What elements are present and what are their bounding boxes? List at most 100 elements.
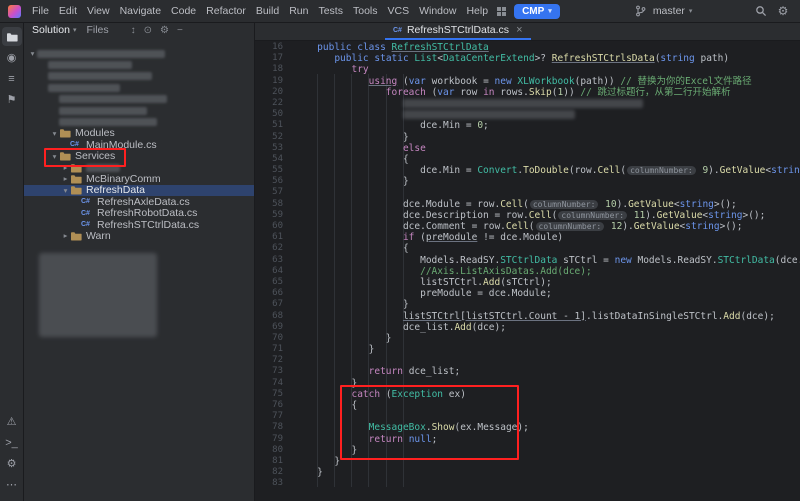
tab-solution[interactable]: Solution ▾ (32, 24, 76, 36)
code-line[interactable]: 50 (255, 109, 800, 120)
code-line[interactable]: 79 return null; (255, 434, 800, 445)
problems-icon[interactable]: ⚠ (2, 412, 22, 431)
code-line[interactable]: 83 (255, 478, 800, 489)
code-line[interactable]: 53 else (255, 143, 800, 154)
menu-navigate[interactable]: Navigate (115, 5, 166, 17)
menu-tools[interactable]: Tools (348, 5, 383, 17)
close-icon[interactable]: × (516, 24, 522, 36)
settings-icon[interactable]: ⚙ (774, 2, 792, 20)
code-line[interactable]: 56 } (255, 176, 800, 187)
commit-icon[interactable]: ◉ (2, 48, 22, 67)
tree-item-redacted[interactable] (24, 59, 254, 70)
code-line[interactable]: 18 try (255, 64, 800, 75)
menu-build[interactable]: Build (251, 5, 284, 17)
tree-item-redacted[interactable]: ▸ (24, 162, 254, 173)
code-line[interactable]: 80 } (255, 445, 800, 456)
structure-icon[interactable]: ≡ (2, 69, 22, 88)
terminal-icon[interactable]: >_ (2, 433, 22, 452)
menu-refactor[interactable]: Refactor (201, 5, 251, 17)
vcs-branch-widget[interactable]: master ▾ (632, 5, 693, 17)
code-line[interactable]: 70 } (255, 333, 800, 344)
code-line[interactable]: 63 Models.ReadSY.STCtrlData sTCtrl = new… (255, 255, 800, 266)
chevron-right-icon[interactable]: ▸ (61, 173, 70, 184)
code-line[interactable]: 62 { (255, 243, 800, 254)
tree-item-redacted[interactable] (24, 105, 254, 116)
code-line[interactable]: 17 public static List<DataCenterExtend>?… (255, 53, 800, 64)
menu-view[interactable]: View (82, 5, 115, 17)
code-line[interactable]: 77 (255, 411, 800, 422)
code-line[interactable]: 64 //Axis.ListAxisDatas.Add(dce); (255, 266, 800, 277)
code-line[interactable]: 19 using (var workbook = new XLWorkbook(… (255, 76, 800, 87)
code-line[interactable]: 59 dce.Description = row.Cell(columnNumb… (255, 210, 800, 221)
settings-icon[interactable]: ⚙ (160, 25, 169, 36)
code-line[interactable]: 82 } (255, 467, 800, 478)
tree-item-warn[interactable]: ▸Warn (24, 230, 254, 241)
tree-item-services[interactable]: ▾Services (24, 151, 254, 162)
search-icon[interactable] (752, 2, 770, 20)
code-line[interactable]: 78 MessageBox.Show(ex.Message); (255, 422, 800, 433)
tree-item-modules[interactable]: ▾Modules (24, 128, 254, 139)
code-line[interactable]: 67 } (255, 299, 800, 310)
menu-code[interactable]: Code (166, 5, 201, 17)
code-line[interactable]: 66 preModule = dce.Module; (255, 288, 800, 299)
code-editor[interactable]: 16 public class RefreshSTCtrlData17 publ… (255, 40, 800, 501)
tree-item-refreshstctrldata-cs[interactable]: C#RefreshSTCtrlData.cs (24, 219, 254, 230)
code-line[interactable]: 51 dce.Min = 0; (255, 120, 800, 131)
chevron-down-icon[interactable]: ▾ (50, 151, 59, 162)
window-grid-icon[interactable] (496, 6, 507, 17)
editor-tab-refreshstctrldata[interactable]: C# RefreshSTCtrlData.cs × (385, 22, 531, 40)
code-line[interactable]: 61 if (preModule != dce.Module) (255, 232, 800, 243)
code-line[interactable]: 75 catch (Exception ex) (255, 389, 800, 400)
tree-item-refreshaxledata-cs[interactable]: C#RefreshAxleData.cs (24, 196, 254, 207)
code-line[interactable]: 22 (255, 98, 800, 109)
menu-window[interactable]: Window (414, 5, 461, 17)
menu-file[interactable]: File (27, 5, 54, 17)
chevron-down-icon[interactable]: ▾ (50, 128, 59, 139)
tree-item-redacted[interactable] (24, 116, 254, 127)
code-line[interactable]: 57 (255, 187, 800, 198)
menu-edit[interactable]: Edit (54, 5, 82, 17)
code-line[interactable]: 20 foreach (var row in rows.Skip(1)) // … (255, 87, 800, 98)
code-line[interactable]: 65 listSTCtrl.Add(sTCtrl); (255, 277, 800, 288)
services-icon[interactable]: ⚙ (2, 454, 22, 473)
code-line[interactable]: 71 } (255, 344, 800, 355)
menu-help[interactable]: Help (461, 5, 493, 17)
bookmarks-icon[interactable]: ⚑ (2, 90, 22, 109)
tree-item-refreshrobotdata-cs[interactable]: C#RefreshRobotData.cs (24, 207, 254, 218)
tree-item-mainmodule-cs[interactable]: C#MainModule.cs (24, 139, 254, 150)
code-line[interactable]: 60 dce.Comment = row.Cell(columnNumber: … (255, 221, 800, 232)
code-line[interactable]: 76 { (255, 400, 800, 411)
swap-icon[interactable]: ↕ (131, 25, 136, 36)
menu-vcs[interactable]: VCS (383, 5, 415, 17)
code-line[interactable]: 16 public class RefreshSTCtrlData (255, 42, 800, 53)
code-line[interactable]: 54 { (255, 154, 800, 165)
tree-item-refreshdata[interactable]: ▾RefreshData (24, 185, 254, 196)
code-line[interactable]: 72 (255, 355, 800, 366)
hide-icon[interactable]: − (177, 25, 183, 36)
code-line[interactable]: 69 dce_list.Add(dce); (255, 322, 800, 333)
chevron-right-icon[interactable]: ▸ (61, 162, 70, 173)
tree-item-mcbinarycomm[interactable]: ▸McBinaryComm (24, 173, 254, 184)
chevron-right-icon[interactable]: ▸ (61, 230, 70, 241)
tree-item-redacted[interactable] (24, 82, 254, 93)
tree-item-redacted[interactable] (24, 94, 254, 105)
tab-files[interactable]: Files (86, 24, 108, 36)
chevron-down-icon[interactable]: ▾ (28, 48, 37, 59)
tree-item-redacted[interactable]: ▾ (24, 48, 254, 59)
code-line[interactable]: 74 } (255, 378, 800, 389)
chevron-down-icon[interactable]: ▾ (61, 185, 70, 196)
code-line[interactable]: 68 listSTCtrl[listSTCtrl.Count - 1].list… (255, 311, 800, 322)
project-widget[interactable]: CMP ▾ (514, 4, 560, 19)
code-line[interactable]: 55 dce.Min = Convert.ToDouble(row.Cell(c… (255, 165, 800, 176)
more-icon[interactable]: ⋯ (2, 475, 22, 494)
code-line[interactable]: 58 dce.Module = row.Cell(columnNumber: 1… (255, 199, 800, 210)
tree-item-redacted[interactable] (24, 71, 254, 82)
menu-run[interactable]: Run (284, 5, 313, 17)
locate-icon[interactable]: ⊙ (144, 25, 152, 36)
code-line[interactable]: 73 return dce_list; (255, 366, 800, 377)
code-line[interactable]: 52 } (255, 132, 800, 143)
code-line[interactable]: 81 } (255, 456, 800, 467)
project-icon[interactable] (2, 27, 22, 46)
menu-tests[interactable]: Tests (313, 5, 348, 17)
tree-item-redacted[interactable] (24, 253, 254, 337)
